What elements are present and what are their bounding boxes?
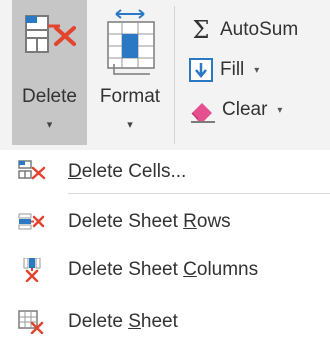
menu-item-label: Delete Cells... (68, 161, 187, 182)
fill-button[interactable]: Fill ▾ (188, 52, 259, 88)
menu-item-delete-sheet-rows[interactable]: Delete Sheet Rows (0, 196, 330, 248)
ribbon-cells-editing-group: Delete ▾ Format ▾ Σ AutoSum Fill ▾ Clear… (0, 0, 330, 150)
clear-label: Clear (222, 99, 268, 120)
delete-button-label: Delete (22, 86, 77, 107)
format-button-label: Format (99, 86, 161, 107)
menu-item-label: Delete Sheet Columns (68, 259, 259, 280)
sigma-icon: Σ (192, 16, 210, 44)
menu-item-delete-sheet[interactable]: Delete Sheet (0, 296, 330, 348)
autosum-label: AutoSum (220, 19, 299, 40)
delete-sheet-icon (18, 310, 44, 334)
menu-item-label: Delete Sheet (68, 311, 178, 332)
clear-button[interactable]: Clear ▾ (188, 92, 282, 128)
chevron-down-icon: ▾ (277, 104, 283, 116)
delete-cells-icon (25, 15, 76, 53)
chevron-down-icon: ▾ (254, 64, 260, 76)
menu-item-delete-cells[interactable]: Delete Cells... (0, 146, 330, 198)
chevron-down-icon[interactable]: ▾ (90, 118, 170, 131)
fill-down-icon (189, 58, 213, 82)
group-separator (174, 6, 175, 144)
menu-item-label: Delete Sheet Rows (68, 211, 231, 232)
format-cells-icon (107, 9, 155, 75)
delete-cells-icon (18, 160, 46, 180)
eraser-icon (191, 103, 215, 123)
delete-button[interactable]: Delete ▾ (12, 0, 87, 145)
chevron-down-icon[interactable]: ▾ (12, 118, 87, 131)
format-button[interactable]: Format ▾ (90, 0, 170, 145)
fill-label: Fill (220, 59, 245, 80)
delete-sheet-rows-icon (18, 213, 45, 230)
autosum-button[interactable]: Σ AutoSum (188, 12, 299, 48)
delete-sheet-columns-icon (23, 258, 41, 282)
menu-divider (68, 193, 330, 194)
menu-item-delete-sheet-columns[interactable]: Delete Sheet Columns (0, 244, 330, 296)
